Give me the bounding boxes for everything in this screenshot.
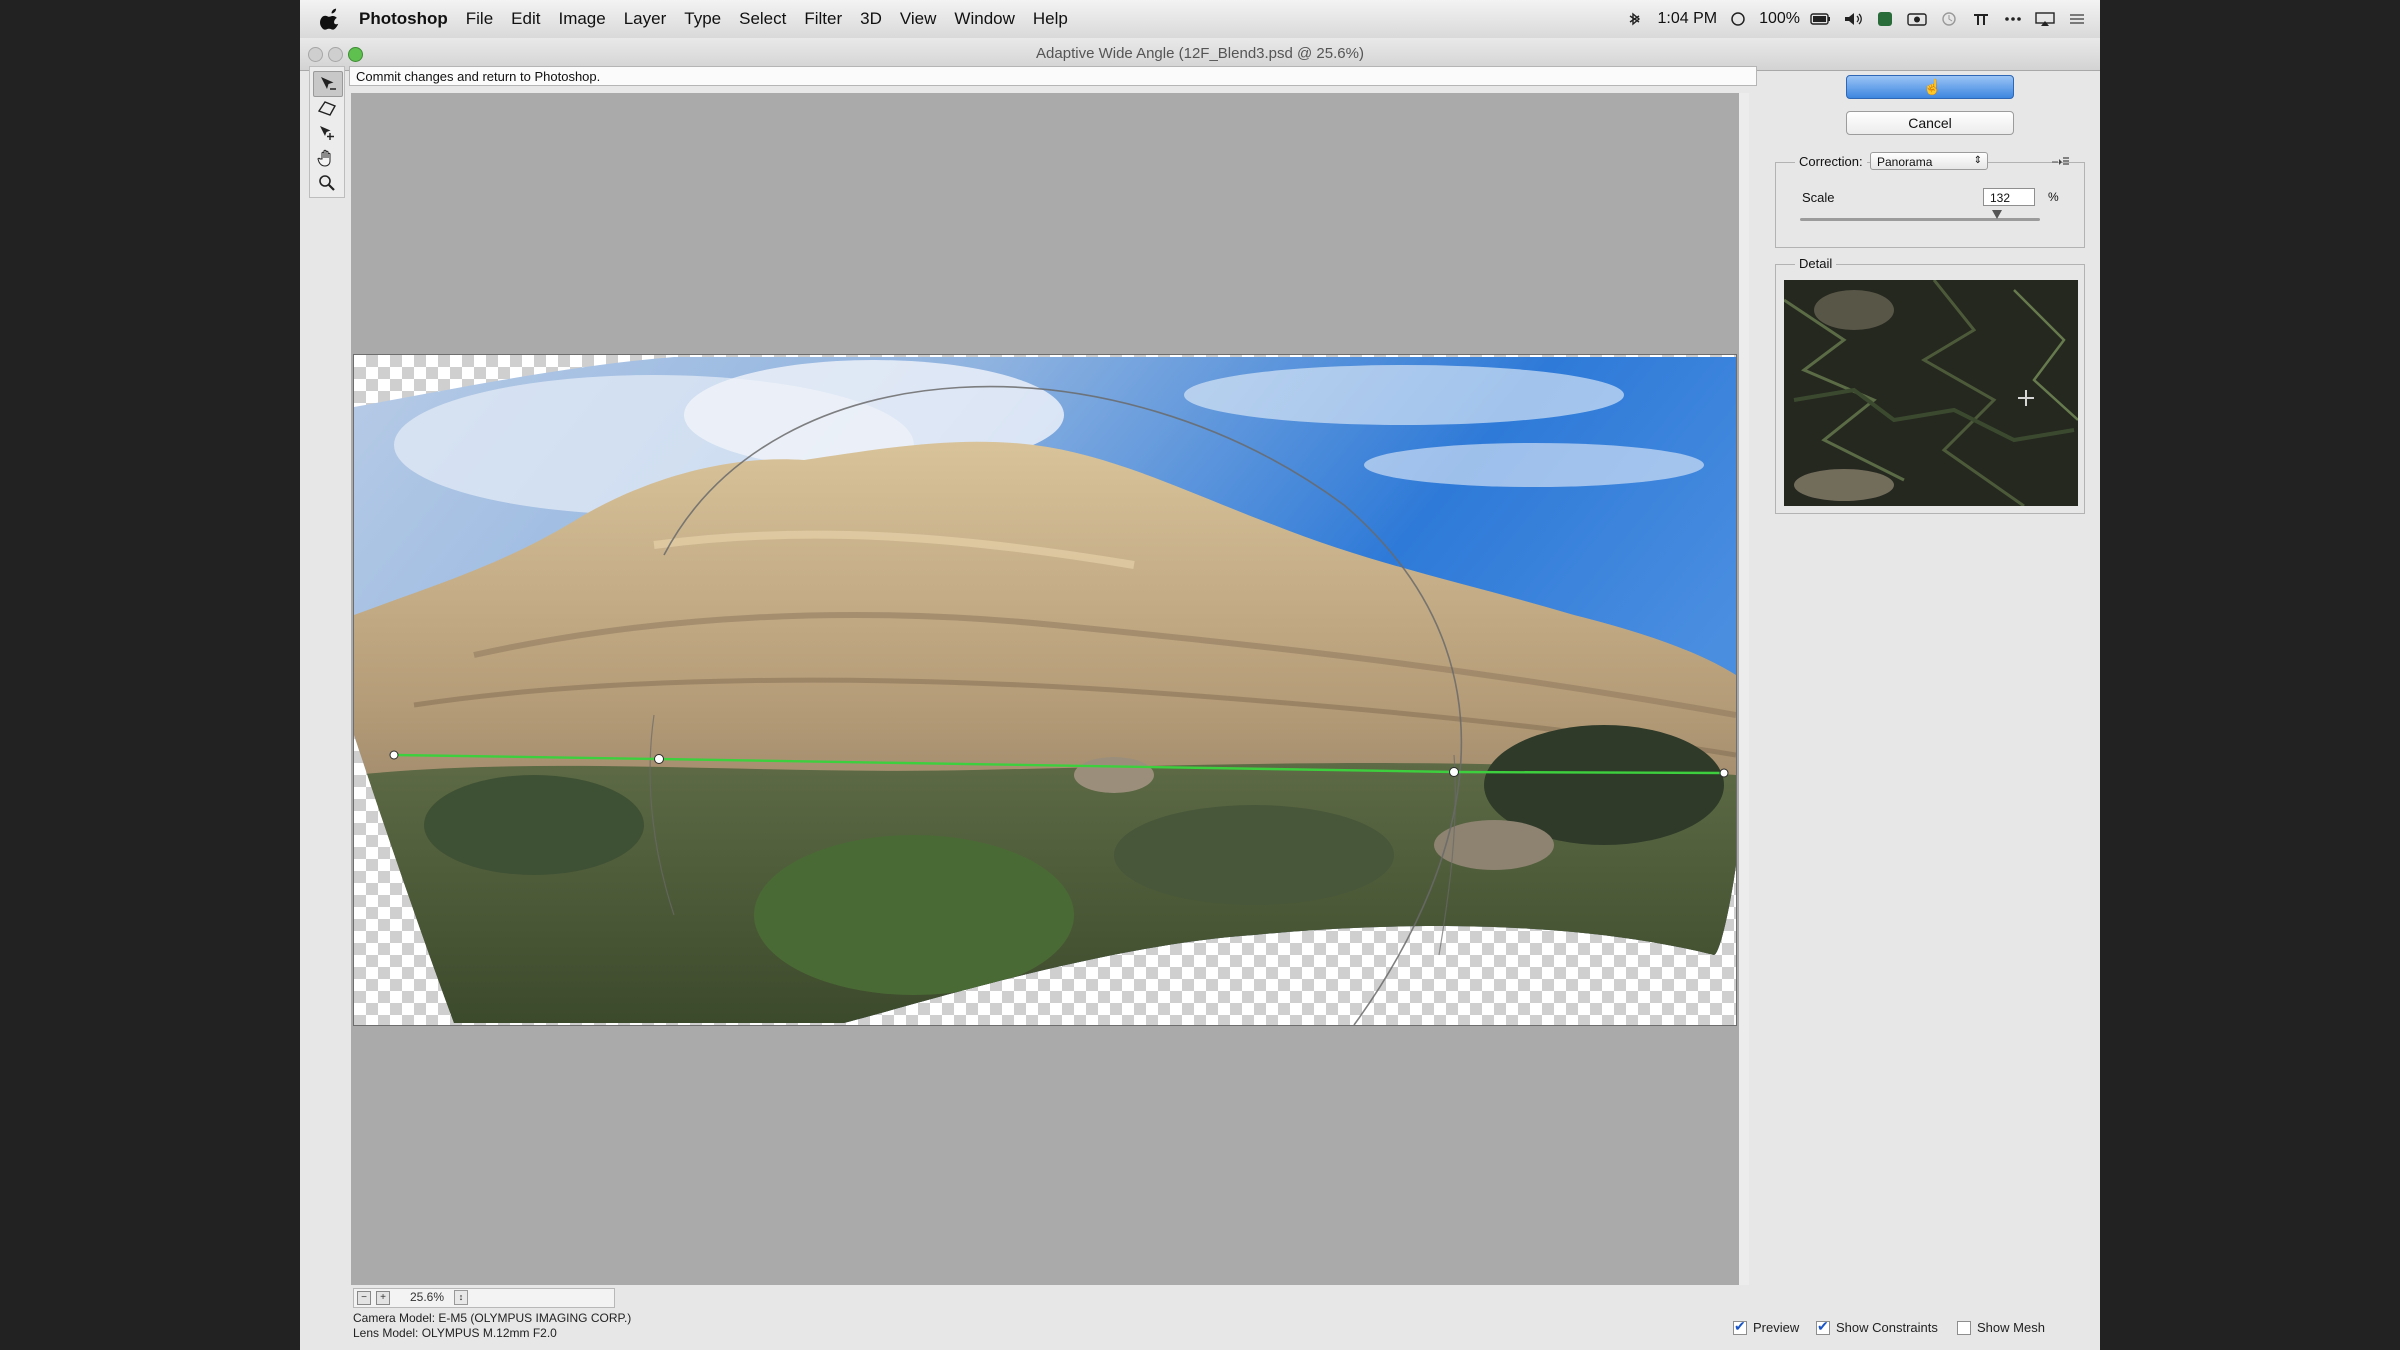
status-area: 1:04 PM 100% [1625, 0, 2088, 38]
correction-value: Panorama [1877, 155, 1933, 169]
menu-filter[interactable]: Filter [795, 0, 851, 38]
zoom-dropdown-icon[interactable]: ↕ [454, 1290, 468, 1305]
battery-icon[interactable] [1810, 11, 1832, 27]
ok-button[interactable]: ☝ [1846, 75, 2014, 99]
sync-icon[interactable] [1727, 11, 1749, 27]
pi-icon[interactable] [1970, 11, 1992, 27]
scale-slider-thumb[interactable] [1991, 210, 2002, 219]
screen-record-icon[interactable] [1906, 11, 1928, 27]
volume-icon[interactable] [1842, 11, 1864, 27]
time-machine-icon[interactable] [1938, 11, 1960, 27]
magnifier-icon [319, 175, 335, 191]
correction-label: Correction: [1795, 154, 1867, 169]
minimize-window-button[interactable] [328, 47, 343, 62]
zoom-level[interactable]: 25.6% [410, 1290, 444, 1304]
hint-text: Commit changes and return to Photoshop. [349, 66, 1757, 86]
polygon-constraint-tool-button[interactable] [313, 96, 341, 120]
show-mesh-checkbox[interactable] [1957, 1320, 1971, 1335]
show-mesh-label: Show Mesh [1977, 1320, 2045, 1335]
detail-label: Detail [1795, 256, 1837, 271]
pointer-cursor-icon: ☝ [1923, 79, 1942, 96]
scale-input[interactable]: 132 [1983, 188, 2035, 206]
preview-label: Preview [1753, 1320, 1800, 1335]
cancel-button[interactable]: Cancel [1846, 111, 2014, 135]
menubar: Photoshop File Edit Image Layer Type Sel… [300, 0, 2100, 39]
menu-help[interactable]: Help [1024, 0, 1077, 38]
zoom-bar: − + 25.6% ↕ [353, 1288, 615, 1308]
preview-canvas[interactable] [351, 93, 1749, 1285]
hand-tool-icon [317, 149, 331, 167]
zoom-in-button[interactable]: + [376, 1291, 390, 1305]
menu-photoshop[interactable]: Photoshop [350, 0, 457, 38]
preview-option[interactable]: Preview [1733, 1318, 1800, 1335]
move-tool-icon [320, 126, 334, 140]
constraint-tool-button[interactable] [313, 71, 343, 97]
menu-window[interactable]: Window [945, 0, 1023, 38]
scale-slider-track[interactable] [1800, 218, 2040, 221]
menu-image[interactable]: Image [549, 0, 614, 38]
menu-3d[interactable]: 3D [851, 0, 891, 38]
zoom-out-button[interactable]: − [357, 1291, 371, 1305]
screen: Photoshop File Edit Image Layer Type Sel… [300, 0, 2100, 1350]
polygon-constraint-tool-icon [317, 101, 336, 116]
show-constraints-checkbox[interactable] [1816, 1318, 1830, 1335]
camera-model: Camera Model: E-M5 (OLYMPUS IMAGING CORP… [353, 1311, 632, 1325]
correction-group [1775, 162, 2085, 248]
show-constraints-option[interactable]: Show Constraints [1816, 1318, 1938, 1335]
correction-select[interactable]: Panorama ⇕ [1870, 152, 1988, 170]
apple-icon[interactable] [320, 8, 342, 30]
preview-checkbox[interactable] [1733, 1318, 1747, 1335]
bluetooth-icon[interactable] [1625, 11, 1647, 27]
detail-preview [1784, 280, 2078, 506]
show-mesh-option[interactable]: Show Mesh [1957, 1320, 2045, 1335]
dialog-title: Adaptive Wide Angle (12F_Blend3.psd @ 25… [1036, 45, 1364, 62]
tool-panel [309, 66, 345, 198]
scale-label: Scale [1802, 190, 1835, 205]
battery-percent: 100% [1759, 10, 1800, 27]
hand-tool-button[interactable] [313, 146, 341, 170]
panorama-photo [354, 357, 1736, 1025]
show-constraints-label: Show Constraints [1836, 1320, 1938, 1335]
menu-select[interactable]: Select [730, 0, 795, 38]
clock[interactable]: 1:04 PM [1657, 10, 1717, 28]
notification-list-icon[interactable] [2066, 11, 2088, 27]
menu-layer[interactable]: Layer [615, 0, 676, 38]
camera-info: Camera Model: E-M5 (OLYMPUS IMAGING CORP… [353, 1311, 631, 1341]
panel-menu-icon[interactable] [2052, 156, 2070, 168]
zoom-window-button[interactable] [348, 47, 363, 62]
close-window-button[interactable] [308, 47, 323, 62]
lens-model: Lens Model: OLYMPUS M.12mm F2.0 [353, 1326, 557, 1340]
menu-file[interactable]: File [457, 0, 502, 38]
move-tool-button[interactable] [313, 121, 341, 145]
menu-view[interactable]: View [891, 0, 946, 38]
constraint-tool-icon [321, 77, 336, 90]
detail-loupe-image [1784, 280, 2078, 506]
select-arrows-icon: ⇕ [1973, 155, 1982, 166]
evernote-icon[interactable] [1874, 11, 1896, 27]
scale-unit: % [2048, 190, 2059, 204]
menu-type[interactable]: Type [675, 0, 730, 38]
more-icon[interactable] [2002, 11, 2024, 27]
airplay-icon[interactable] [2034, 11, 2056, 27]
zoom-tool-button[interactable] [313, 171, 341, 195]
panorama-image[interactable] [353, 354, 1737, 1026]
menu-edit[interactable]: Edit [502, 0, 549, 38]
